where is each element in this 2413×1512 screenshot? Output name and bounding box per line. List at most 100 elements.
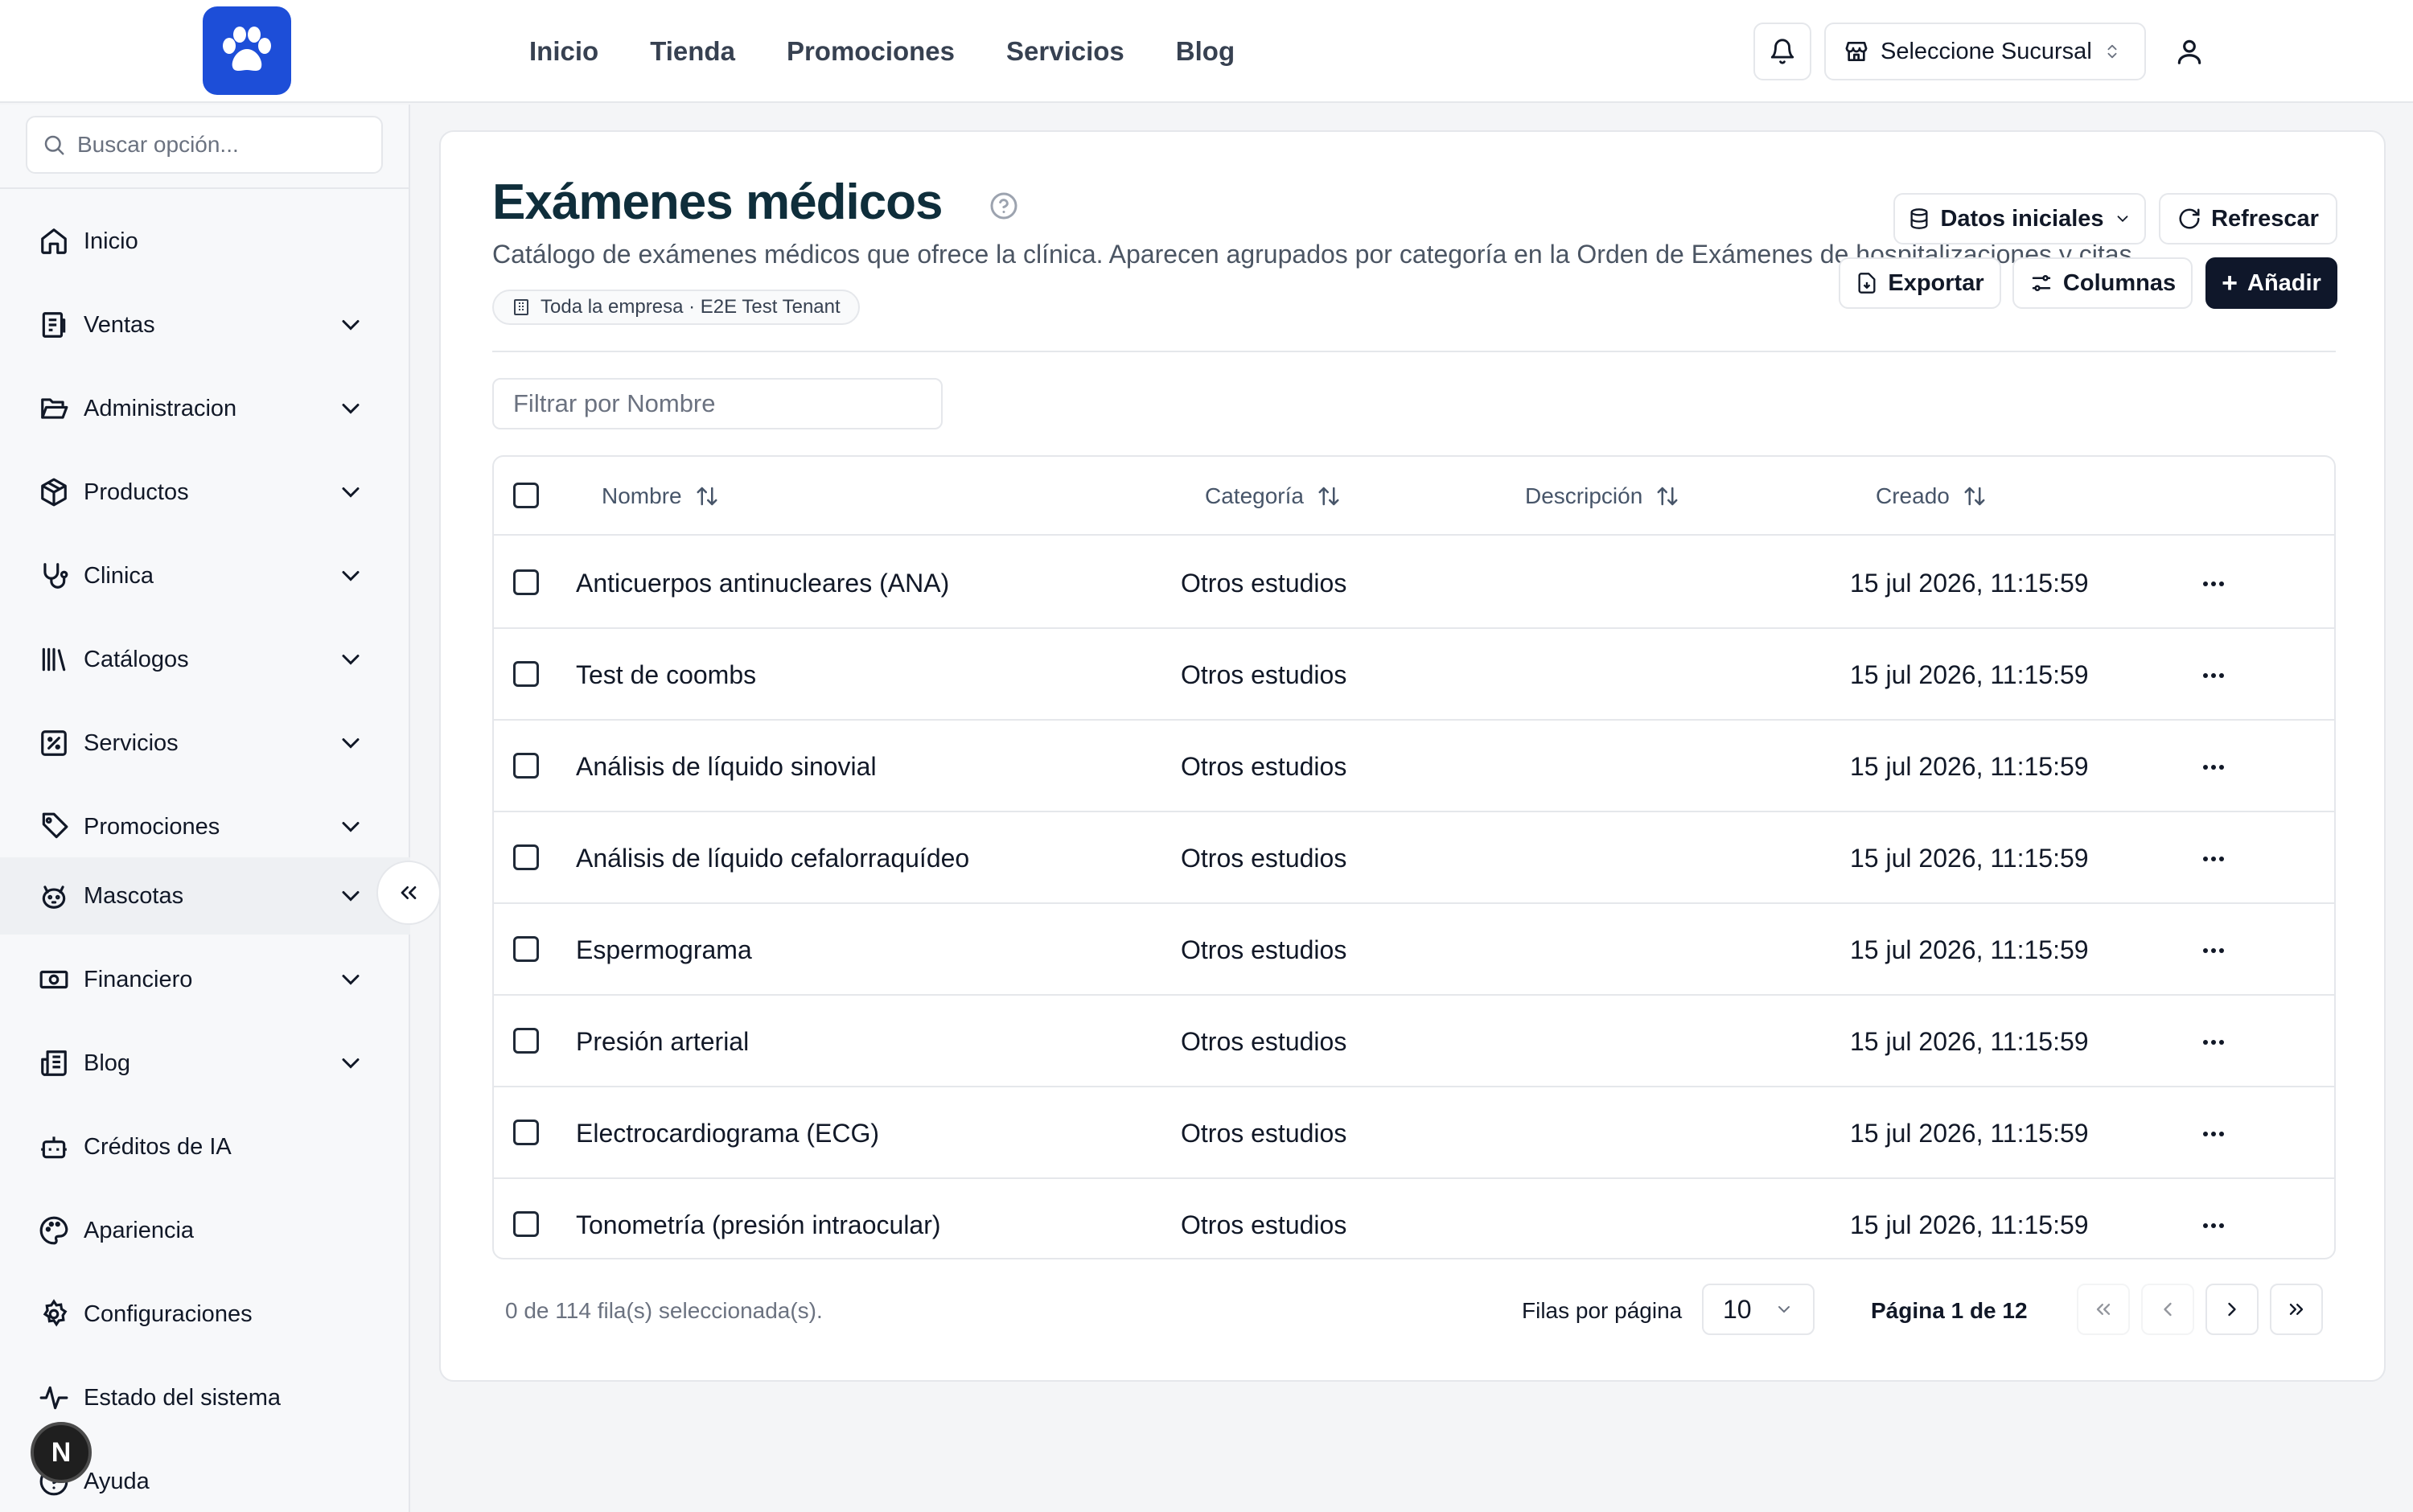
column-header-categoria[interactable]: Categoría xyxy=(1205,457,1341,536)
table-row[interactable]: Anticuerpos antinucleares (ANA) Otros est… xyxy=(494,537,2334,629)
topnav-promociones[interactable]: Promociones xyxy=(787,36,955,67)
sidebar-item-label: Promociones xyxy=(84,813,220,840)
row-actions-button[interactable] xyxy=(2189,1118,2238,1150)
sort-icon xyxy=(1318,487,1339,506)
row-actions-button[interactable] xyxy=(2189,751,2238,783)
sidebar-item-catalogos[interactable]: Catálogos xyxy=(0,621,410,698)
table-row[interactable]: Espermograma Otros estudios 15 jul 2026, 1… xyxy=(494,904,2334,996)
table-row[interactable]: Presión arterial Otros estudios 15 jul 202… xyxy=(494,996,2334,1087)
sidebar-item-servicios[interactable]: Servicios xyxy=(0,705,410,782)
sidebar-item-label: Apariencia xyxy=(84,1217,195,1243)
sidebar-item-label: Financiero xyxy=(84,966,193,992)
sidebar-item-blog[interactable]: Blog xyxy=(0,1025,410,1102)
chevron-down-icon xyxy=(342,487,360,498)
sidebar-item-creditos-ia[interactable]: Créditos de IA xyxy=(0,1108,410,1185)
cell-nombre: Presión arterial xyxy=(576,1026,750,1056)
sliders-icon xyxy=(2032,275,2051,291)
sidebar-item-label: Ayuda xyxy=(84,1468,150,1494)
sidebar-item-mascotas[interactable]: Mascotas xyxy=(0,857,410,935)
chevron-down-icon xyxy=(342,738,360,749)
sidebar-item-clinica[interactable]: Clinica xyxy=(0,537,410,614)
filter-name-input[interactable] xyxy=(492,378,943,429)
framework-badge[interactable]: N xyxy=(31,1422,92,1483)
topnav-tienda[interactable]: Tienda xyxy=(650,36,735,67)
column-header-nombre[interactable]: Nombre xyxy=(602,457,719,536)
paw-logo-icon[interactable] xyxy=(203,6,291,95)
sidebar-item-configuraciones[interactable]: Configuraciones xyxy=(0,1276,410,1353)
export-button[interactable]: Exportar xyxy=(1839,257,2001,309)
row-actions-button[interactable] xyxy=(2189,935,2238,967)
column-header-descripcion[interactable]: Descripción xyxy=(1525,457,1679,536)
row-checkbox[interactable] xyxy=(513,569,539,595)
receipt-icon xyxy=(37,308,71,342)
table-row[interactable]: Análisis de líquido sinovial Otros estudi… xyxy=(494,721,2334,812)
sidebar-item-ventas[interactable]: Ventas xyxy=(0,286,410,364)
table-row[interactable]: Análisis de líquido cefalorraquídeo Otros… xyxy=(494,812,2334,904)
rows-per-page-select[interactable]: 10 xyxy=(1702,1284,1815,1335)
sidebar-item-label: Productos xyxy=(84,479,189,505)
sort-icon xyxy=(697,487,717,506)
sidebar-item-financiero[interactable]: Financiero xyxy=(0,941,410,1018)
chevron-down-icon xyxy=(342,822,360,832)
row-actions-button[interactable] xyxy=(2189,843,2238,875)
add-button[interactable]: + Añadir xyxy=(2205,257,2337,309)
plus-icon: + xyxy=(2222,267,2238,298)
row-checkbox[interactable] xyxy=(513,1120,539,1145)
table-row[interactable]: Tonometría (presión intraocular) Otros es… xyxy=(494,1179,2334,1258)
sidebar-item-productos[interactable]: Productos xyxy=(0,454,410,531)
column-header-creado[interactable]: Creado xyxy=(1876,457,1987,536)
chevrons-up-down-icon xyxy=(2107,44,2117,59)
row-actions-button[interactable] xyxy=(2189,659,2238,692)
sidebar-item-label: Catálogos xyxy=(84,646,189,672)
row-checkbox[interactable] xyxy=(513,844,539,870)
select-all-checkbox[interactable] xyxy=(513,483,539,508)
sidebar-item-administracion[interactable]: Administracion xyxy=(0,370,410,447)
row-checkbox[interactable] xyxy=(513,661,539,687)
previous-page-button[interactable] xyxy=(2141,1284,2194,1335)
notifications-button[interactable] xyxy=(1753,23,1811,80)
last-page-button[interactable] xyxy=(2270,1284,2323,1335)
topnav-inicio[interactable]: Inicio xyxy=(529,36,598,67)
row-checkbox[interactable] xyxy=(513,753,539,779)
sidebar-item-label: Configuraciones xyxy=(84,1300,253,1327)
columns-button[interactable]: Columnas xyxy=(2012,257,2193,309)
next-page-button[interactable] xyxy=(2205,1284,2259,1335)
main-card: Exámenes médicos Catálogo de exámenes mé… xyxy=(439,130,2386,1382)
row-checkbox[interactable] xyxy=(513,1028,539,1054)
sidebar-item-inicio[interactable]: Inicio xyxy=(0,203,410,280)
table-row[interactable]: Test de coombs Otros estudios 15 jul 2026,… xyxy=(494,629,2334,721)
row-actions-button[interactable] xyxy=(2189,1210,2238,1242)
first-page-button[interactable] xyxy=(2077,1284,2130,1335)
cell-creado: 15 jul 2026, 11:15:59 xyxy=(1850,751,2089,781)
cell-categoria: Otros estudios xyxy=(1181,843,1347,873)
chevron-down-icon xyxy=(342,404,360,414)
cell-categoria: Otros estudios xyxy=(1181,1210,1347,1239)
library-icon xyxy=(37,643,71,676)
row-checkbox[interactable] xyxy=(513,936,539,962)
sidebar-item-apariencia[interactable]: Apariencia xyxy=(0,1192,410,1269)
chevron-down-icon xyxy=(342,571,360,581)
bot-icon xyxy=(37,1130,71,1164)
chevron-down-icon xyxy=(2117,216,2127,223)
sidebar-search-input[interactable] xyxy=(77,132,367,158)
row-actions-button[interactable] xyxy=(2189,568,2238,600)
branch-selector[interactable]: Seleccione Sucursal xyxy=(1824,23,2146,80)
sidebar-item-promociones[interactable]: Promociones xyxy=(0,788,410,865)
row-checkbox[interactable] xyxy=(513,1211,539,1237)
sidebar-item-label: Estado del sistema xyxy=(84,1384,282,1411)
refresh-button[interactable]: Refrescar xyxy=(2159,193,2337,244)
topnav-blog[interactable]: Blog xyxy=(1176,36,1235,67)
collapse-sidebar-button[interactable] xyxy=(376,861,441,925)
topnav-servicios[interactable]: Servicios xyxy=(1006,36,1124,67)
sidebar-item-label: Ventas xyxy=(84,311,155,338)
initial-data-button[interactable]: Datos iniciales xyxy=(1893,193,2146,244)
chevron-down-icon xyxy=(342,655,360,665)
user-menu-button[interactable] xyxy=(2160,23,2218,80)
chevrons-right-icon xyxy=(2289,1304,2304,1315)
help-circle-icon[interactable] xyxy=(989,191,1018,220)
more-horizontal-icon xyxy=(2203,765,2224,770)
cell-categoria: Otros estudios xyxy=(1181,751,1347,781)
row-actions-button[interactable] xyxy=(2189,1026,2238,1058)
sidebar-item-label: Servicios xyxy=(84,729,179,756)
table-row[interactable]: Electrocardiograma (ECG) Otros estudios 15… xyxy=(494,1087,2334,1179)
